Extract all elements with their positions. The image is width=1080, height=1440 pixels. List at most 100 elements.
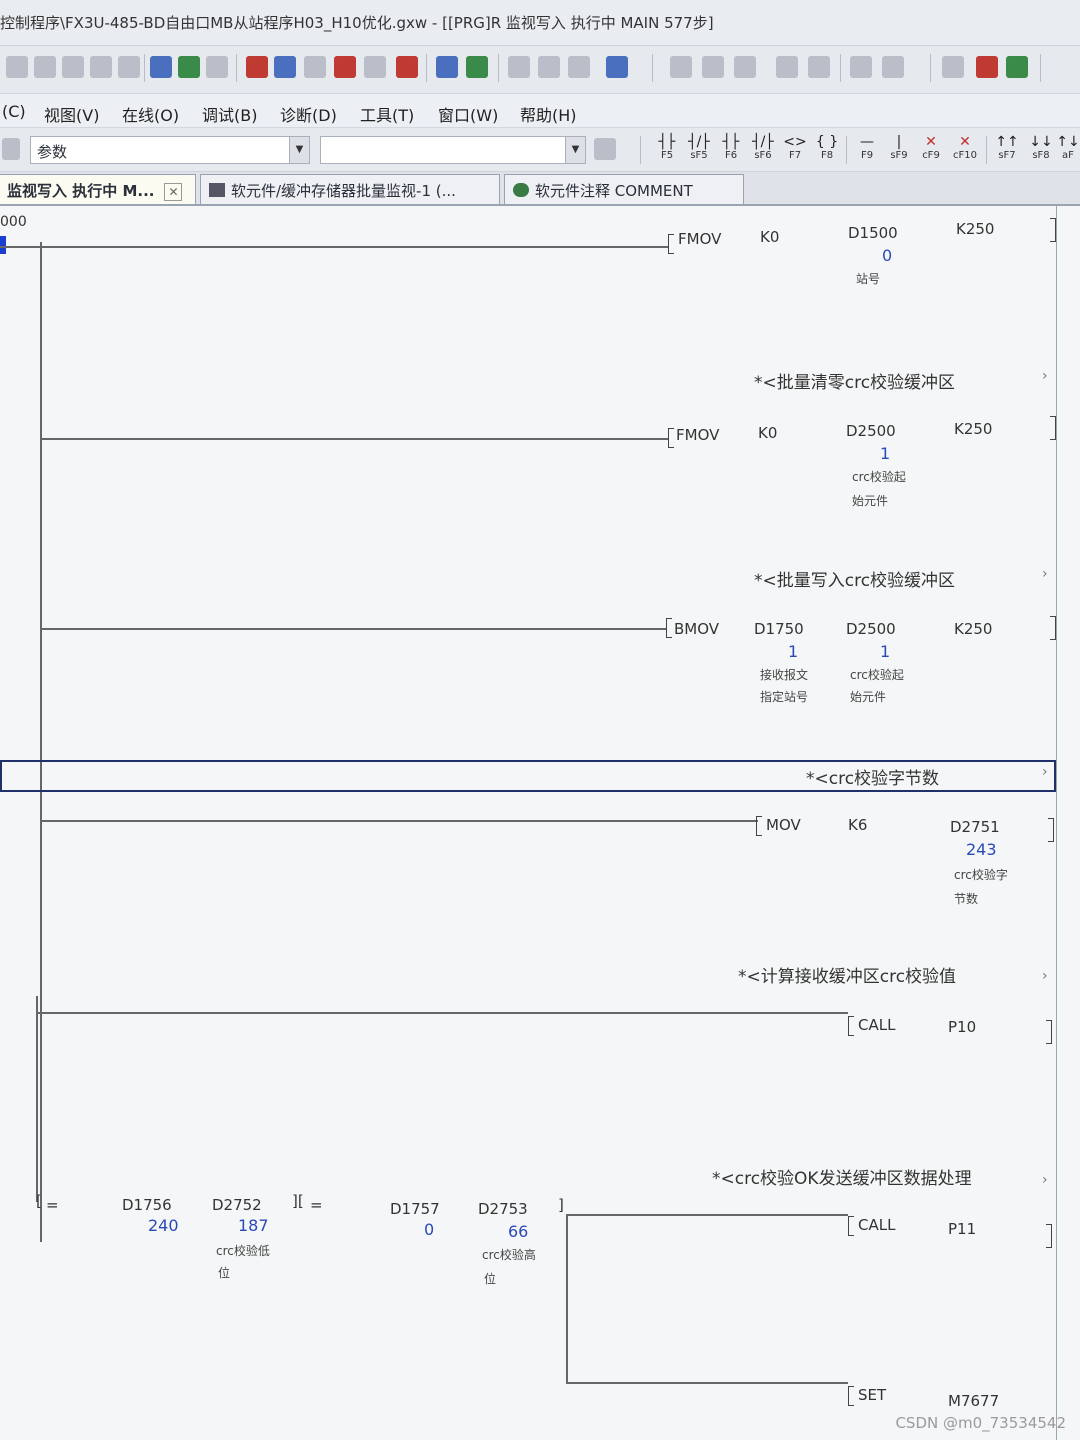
fkey-f6[interactable]: ┤├ F6 (716, 134, 746, 166)
fkey-cf10[interactable]: ✕ cF10 (950, 134, 980, 166)
menu-window[interactable]: 窗口(W) (438, 102, 498, 126)
fkey-cf9[interactable]: ✕ cF9 (916, 134, 946, 166)
monitor-value: 187 (238, 1216, 269, 1235)
undo-icon[interactable] (90, 56, 112, 78)
fkey-sf7[interactable]: ↑↑ sF7 (992, 134, 1022, 166)
fkey-f9[interactable]: — F9 (852, 134, 882, 166)
fkey-af[interactable]: ↑↓ aF (1056, 134, 1080, 166)
fkey-f7[interactable]: <> F7 (780, 134, 810, 166)
toolbar-divider (1040, 54, 1041, 82)
operand-device[interactable]: D2500 (846, 422, 896, 440)
compare-op[interactable]: = (46, 1196, 59, 1214)
contact-icon[interactable] (670, 56, 692, 78)
verify-plc-icon[interactable] (568, 56, 590, 78)
operand-pointer[interactable]: P10 (948, 1018, 976, 1036)
monitor-icon[interactable] (606, 56, 628, 78)
dev-write-icon[interactable] (466, 56, 488, 78)
cross-ref-icon[interactable] (364, 56, 386, 78)
device-comment: 接收报文 (760, 668, 809, 682)
tab-monitor-write[interactable]: 监视写入 执行中 M... ✕ (0, 174, 196, 204)
ladder-edit-icon[interactable] (882, 56, 904, 78)
device-replace-icon[interactable] (178, 56, 200, 78)
fkey-sf6[interactable]: ┤/├ sF6 (748, 134, 778, 166)
jump-next-icon[interactable] (274, 56, 296, 78)
fkey-sf9[interactable]: | sF9 (884, 134, 914, 166)
fkey-f8[interactable]: { } F8 (812, 134, 842, 166)
read-plc-icon[interactable] (508, 56, 530, 78)
instruction-mov[interactable]: MOV (766, 816, 801, 834)
device-list-icon[interactable] (206, 56, 228, 78)
jump-prev-icon[interactable] (246, 56, 268, 78)
device-use-icon[interactable] (396, 56, 418, 78)
chevron-down-icon[interactable]: ▼ (565, 137, 585, 163)
operand-source[interactable]: K0 (758, 424, 777, 442)
operand-s1[interactable]: D1756 (122, 1196, 172, 1214)
device-comment: crc校验高 (482, 1248, 536, 1262)
title-bar: 控制程序\FX3U-485-BD自由口MB从站程序H03_H10优化.gxw -… (0, 0, 1080, 46)
menu-tools[interactable]: 工具(T) (360, 102, 414, 126)
instruction-bmov[interactable]: BMOV (674, 620, 719, 638)
comment-tab-icon (513, 183, 529, 197)
monitor-value: 0 (882, 246, 893, 265)
operand-device[interactable]: D1500 (848, 224, 898, 242)
fkey-f5[interactable]: ┤├ F5 (652, 134, 682, 166)
operand-count[interactable]: K250 (954, 620, 992, 638)
operand-count[interactable]: K250 (956, 220, 994, 238)
chevron-right-icon: › (1042, 968, 1048, 984)
cut-icon[interactable] (6, 56, 28, 78)
operand-s2[interactable]: D2753 (478, 1200, 528, 1218)
program-combo[interactable]: ▼ (320, 136, 586, 164)
tab-batch-monitor[interactable]: 软元件/缓冲存储器批量监视-1 (... (200, 174, 500, 204)
parameter-combo[interactable]: 参数 ▼ (30, 136, 310, 164)
operand-source[interactable]: K6 (848, 816, 867, 834)
new-page-icon[interactable] (594, 138, 616, 160)
operand-s1[interactable]: D1757 (390, 1200, 440, 1218)
compare-op[interactable]: = (310, 1196, 323, 1214)
paste-icon[interactable] (62, 56, 84, 78)
instruction-set[interactable]: SET (858, 1386, 886, 1404)
zoom-icon[interactable] (776, 56, 798, 78)
tab-device-comment[interactable]: 软元件注释 COMMENT (504, 174, 744, 204)
ladder-editor[interactable]: 000 FMOV K0 D1500 0 站号 K250 *<批量清零crc校验缓… (0, 206, 1080, 1440)
chevron-down-icon[interactable]: ▼ (289, 137, 309, 163)
menu-item[interactable]: (C) (2, 102, 26, 121)
window-icon[interactable] (808, 56, 830, 78)
plc-status-icon[interactable] (942, 56, 964, 78)
operand-s2[interactable]: D2752 (212, 1196, 262, 1214)
ladder-icon[interactable] (850, 56, 872, 78)
operand-count[interactable]: K250 (954, 420, 992, 438)
operand-pointer[interactable]: P11 (948, 1220, 976, 1238)
watermark: CSDN @m0_73534542 (895, 1414, 1066, 1432)
menu-online[interactable]: 在线(O) (122, 102, 179, 126)
copy-icon[interactable] (34, 56, 56, 78)
operand-device[interactable]: D2500 (846, 620, 896, 638)
close-icon[interactable]: ✕ (164, 183, 183, 201)
menu-debug[interactable]: 调试(B) (202, 102, 257, 126)
toolbar-divider (640, 136, 641, 164)
operand-device[interactable]: D2751 (950, 818, 1000, 836)
redo-icon[interactable] (118, 56, 140, 78)
device-search-icon[interactable] (150, 56, 172, 78)
right-power-rail (1056, 206, 1057, 1440)
menu-help[interactable]: 帮助(H) (520, 102, 577, 126)
contact-nc-icon[interactable] (702, 56, 724, 78)
operand-device[interactable]: M7677 (948, 1392, 999, 1410)
toolbar-divider (652, 54, 653, 82)
write-plc-icon[interactable] (538, 56, 560, 78)
instruction-call[interactable]: CALL (858, 1016, 895, 1034)
run-icon[interactable] (976, 56, 998, 78)
menu-view[interactable]: 视图(V) (44, 102, 99, 126)
warning-icon[interactable] (1006, 56, 1028, 78)
operand-source[interactable]: K0 (760, 228, 779, 246)
fkey-sf5[interactable]: ┤/├ sF5 (684, 134, 714, 166)
instruction-fmov[interactable]: FMOV (676, 426, 719, 444)
instruction-call[interactable]: CALL (858, 1216, 895, 1234)
fkey-sf8[interactable]: ↓↓ sF8 (1026, 134, 1056, 166)
menu-diagnostics[interactable]: 诊断(D) (280, 102, 337, 126)
operand-source[interactable]: D1750 (754, 620, 804, 638)
instruction-fmov[interactable]: FMOV (678, 230, 721, 248)
find-replace-icon[interactable] (334, 56, 356, 78)
find-icon[interactable] (304, 56, 326, 78)
dev-icon[interactable] (436, 56, 458, 78)
parallel-icon[interactable] (734, 56, 756, 78)
